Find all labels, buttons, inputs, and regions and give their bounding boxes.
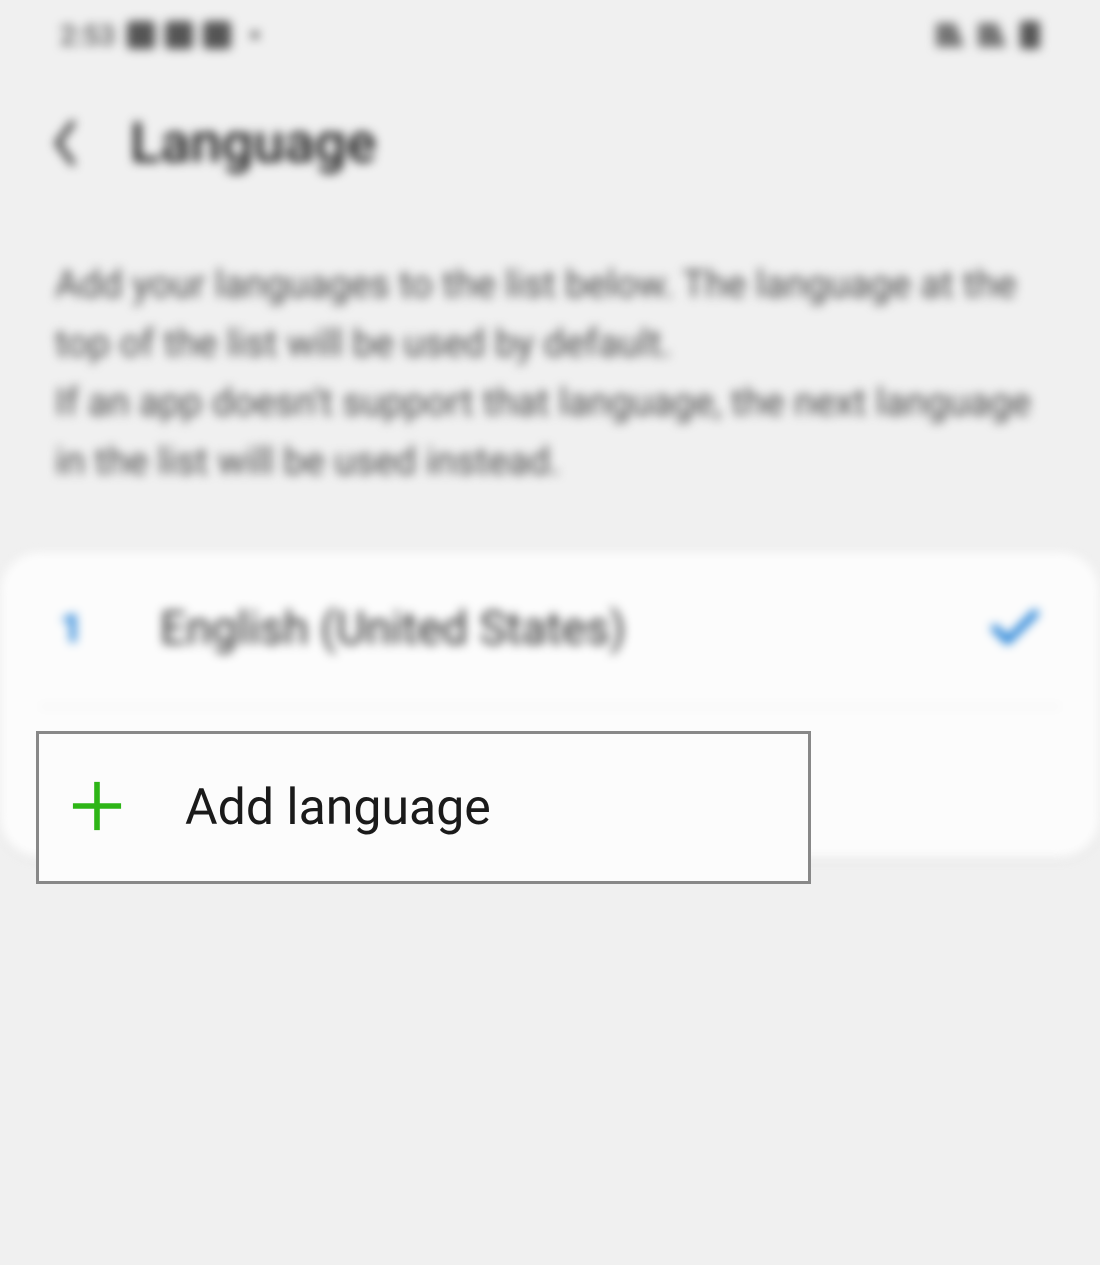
- language-name: English (United States): [160, 602, 930, 656]
- status-bar: 2:53: [0, 0, 1100, 70]
- signal-icon: [978, 23, 1006, 47]
- status-system-icons: [936, 21, 1040, 49]
- chevron-left-icon: [50, 118, 80, 168]
- battery-icon: [1020, 21, 1040, 49]
- selected-check-icon: [990, 608, 1040, 650]
- description-text: Add your languages to the list below. Th…: [0, 226, 1100, 552]
- status-time: 2:53: [60, 19, 115, 52]
- plus-icon: [69, 778, 125, 838]
- language-order-number: 1: [60, 605, 100, 652]
- description-line-2: If an app doesn't support that language,…: [55, 374, 1045, 492]
- description-line-1: Add your languages to the list below. Th…: [55, 256, 1045, 374]
- add-language-label: Add language: [185, 779, 491, 837]
- message-icon: [165, 21, 193, 49]
- app-icon: [203, 21, 231, 49]
- status-notification-icons: [127, 21, 259, 49]
- language-row[interactable]: 1 English (United States): [0, 552, 1100, 706]
- more-notifications-icon: [251, 31, 259, 39]
- add-language-button[interactable]: Add language: [36, 731, 811, 884]
- wifi-icon: [936, 23, 964, 47]
- page-title: Language: [130, 110, 376, 176]
- notification-icon: [127, 21, 155, 49]
- back-button[interactable]: [50, 118, 90, 168]
